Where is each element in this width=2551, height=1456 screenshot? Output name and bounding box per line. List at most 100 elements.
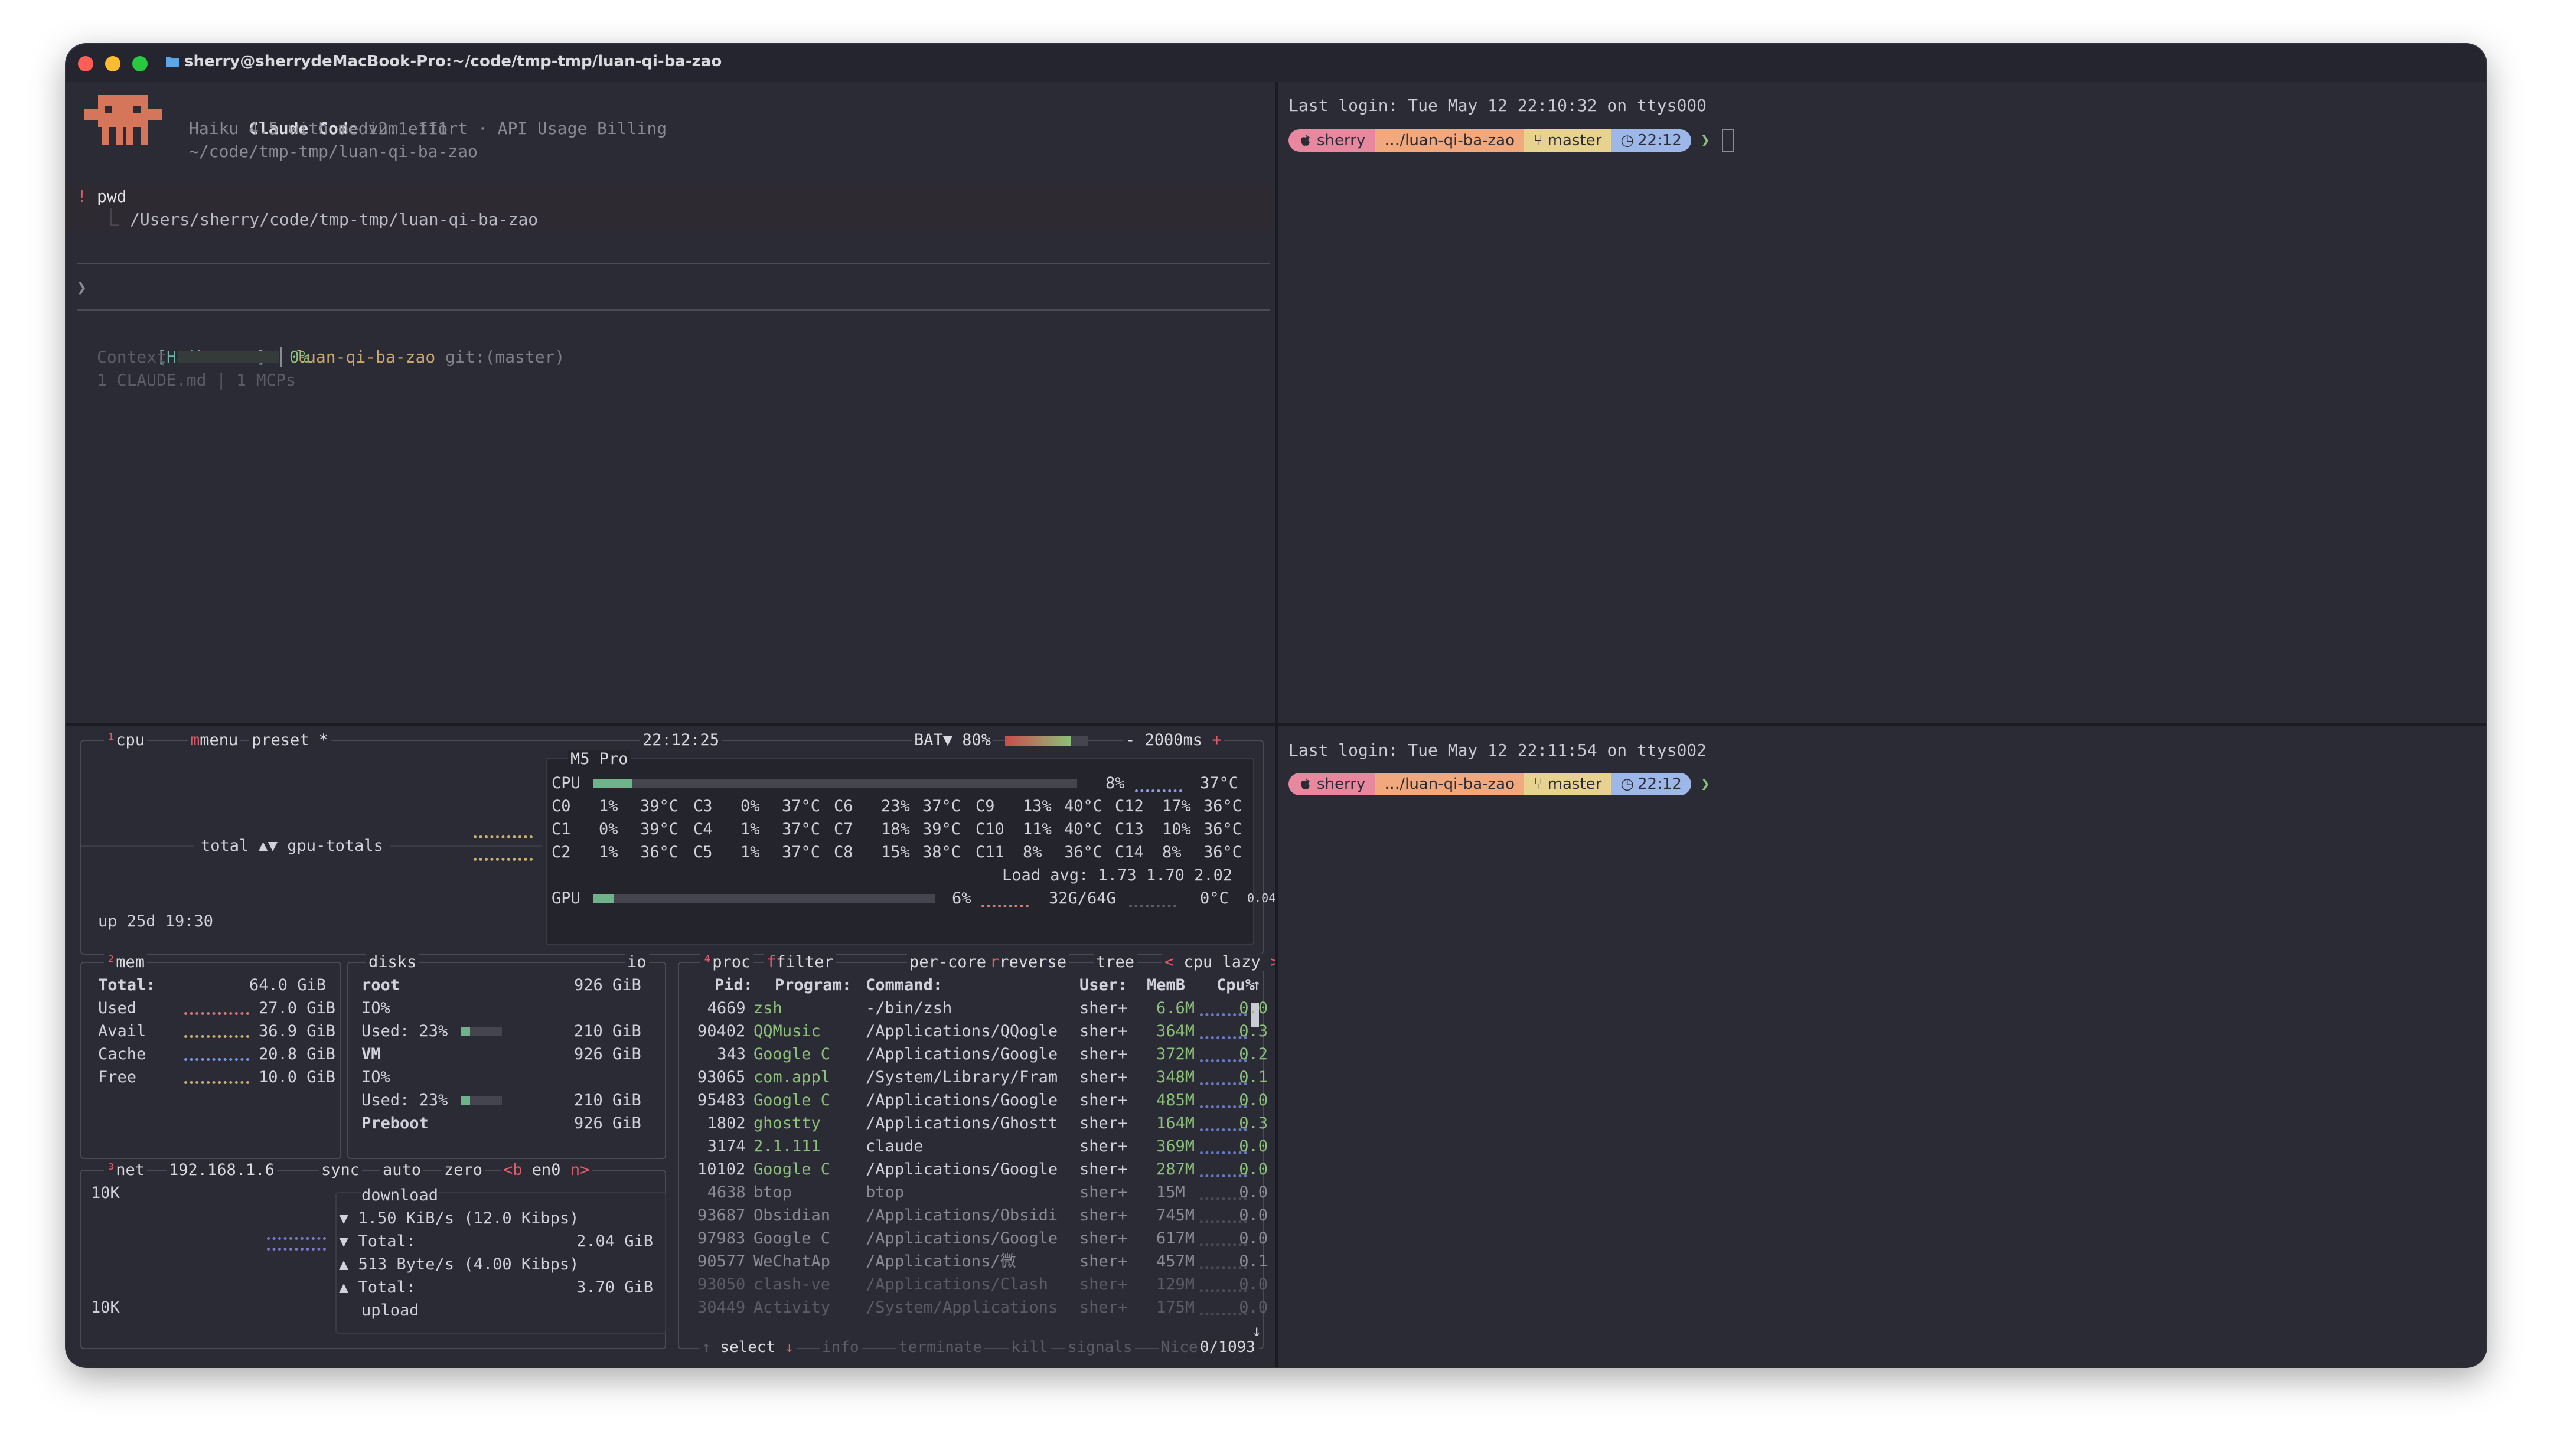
core-temp: 40°C: [1064, 820, 1103, 838]
mem-row-value: 36.9 GiB: [259, 1022, 336, 1040]
proc-sort: cpu lazy: [1183, 953, 1261, 971]
core-name: C10: [976, 820, 1004, 838]
proc-user: sher+: [1079, 1183, 1128, 1202]
title-bar[interactable]: sherry@sherrydeMacBook-Pro:~/code/tmp-tm…: [66, 44, 2486, 82]
core-temp: 39°C: [640, 820, 679, 838]
disk-root-used-size: 210 GiB: [574, 1022, 641, 1040]
context-label: Context: [97, 347, 167, 367]
net-auto[interactable]: auto: [383, 1161, 421, 1179]
net-iface-next[interactable]: n>: [570, 1161, 590, 1179]
proc-title[interactable]: proc: [712, 953, 751, 971]
net-title[interactable]: net: [116, 1161, 145, 1179]
col-user[interactable]: User:: [1079, 974, 1127, 997]
proc-footer-signals[interactable]: signals: [1065, 1339, 1135, 1356]
core-name: C12: [1115, 797, 1144, 815]
proc-pid: 3174: [707, 1137, 746, 1155]
mem-row-graph: [184, 1004, 249, 1015]
proc-program: Google C: [753, 1160, 831, 1178]
net-ul-total: 3.70 GiB: [576, 1278, 654, 1297]
proc-user: sher+: [1079, 1114, 1128, 1132]
proc-reverse[interactable]: reverse: [999, 953, 1066, 971]
proc-program: clash-ve: [753, 1275, 831, 1294]
mem-row-label: Cache: [98, 1045, 146, 1063]
zoom-button[interactable]: [132, 56, 148, 71]
core-pct: 8%: [1023, 843, 1042, 861]
proc-filter[interactable]: filter: [776, 953, 834, 971]
net-ul-total-label: ▲ Total:: [339, 1278, 416, 1297]
proc-footer-info[interactable]: info: [820, 1339, 862, 1356]
shell-pane-top[interactable]: Last login: Tue May 12 22:10:32 on ttys0…: [1278, 82, 2486, 723]
proc-sort-prev[interactable]: <: [1164, 953, 1174, 971]
core-name: C14: [1115, 843, 1144, 861]
mem-row-value: 27.0 GiB: [259, 999, 336, 1017]
proc-cpu: 0.3: [1239, 1114, 1268, 1132]
interval-minus[interactable]: -: [1126, 731, 1135, 749]
proc-cpu: 0.3: [1239, 1022, 1268, 1040]
proc-command: /Applications/Google: [866, 1160, 1058, 1178]
core-name: C8: [834, 843, 853, 861]
gpu-temp: 0°C: [1200, 889, 1229, 907]
proc-footer-kill[interactable]: kill: [1009, 1339, 1051, 1356]
proc-program: zsh: [753, 999, 782, 1017]
proc-mem: 348M: [1156, 1068, 1195, 1086]
col-cpu[interactable]: Cpu%: [1216, 974, 1255, 997]
mem-row-graph: [184, 1073, 249, 1084]
core-name: C13: [1115, 820, 1144, 838]
proc-mem: 364M: [1156, 1022, 1195, 1040]
cpu-sparkline: [1135, 781, 1182, 792]
disks-io[interactable]: io: [625, 954, 649, 971]
claude-pane[interactable]: Claude Code v2.1.111 Haiku 4.5 with medi…: [66, 82, 1276, 723]
proc-cpu: 0.0: [1239, 999, 1268, 1017]
net-iface-prev[interactable]: <b: [503, 1161, 523, 1179]
gpu-mem-sparkline: [1129, 896, 1176, 907]
uptime: up 25d 19:30: [98, 912, 214, 931]
mem-row-graph: [184, 1027, 249, 1038]
menu-tab[interactable]: menu: [200, 731, 238, 749]
disk-vm-label: VM: [361, 1045, 381, 1063]
col-mem[interactable]: MemB: [1147, 974, 1185, 997]
proc-tree[interactable]: tree: [1096, 953, 1134, 971]
proc-footer-terminate[interactable]: terminate: [896, 1339, 984, 1356]
proc-cpu: 0.0: [1239, 1091, 1268, 1109]
proc-footer-nice[interactable]: Nice: [1159, 1339, 1201, 1356]
col-pid[interactable]: Pid:: [715, 974, 753, 997]
proc-mem: 485M: [1156, 1091, 1195, 1109]
disks-title[interactable]: disks: [366, 954, 419, 971]
battery-bar-fill: [1005, 736, 1071, 746]
cpu-label: CPU: [552, 774, 580, 792]
net-zero[interactable]: zero: [444, 1161, 482, 1179]
prompt-path: …/luan-qi-ba-zao: [1384, 131, 1515, 149]
col-command[interactable]: Command:: [866, 974, 942, 997]
proc-cpu: 0.0: [1239, 1298, 1268, 1317]
mem-title[interactable]: mem: [116, 953, 145, 971]
proc-sort-next[interactable]: >: [1270, 953, 1276, 971]
net-dl-total-label: ▼ Total:: [339, 1232, 416, 1251]
minimize-button[interactable]: [105, 56, 120, 71]
interval-plus[interactable]: +: [1212, 731, 1221, 749]
totals-label[interactable]: total ▲▼ gpu-totals: [194, 834, 390, 857]
core-name: C5: [693, 843, 713, 861]
preset-tab[interactable]: preset *: [252, 731, 328, 749]
proc-per-core[interactable]: per-core: [909, 953, 986, 971]
proc-mem: 15M: [1156, 1183, 1185, 1202]
btop-pane[interactable]: ¹cpu mmenu preset * 22:12:25 BAT▼ 80% - …: [66, 726, 1276, 1367]
input-prompt[interactable]: ❯: [77, 276, 87, 299]
proc-mem: 369M: [1156, 1137, 1195, 1155]
col-program[interactable]: Program:: [775, 974, 852, 997]
proc-command: -/bin/zsh: [866, 999, 952, 1017]
proc-command: /Applications/Google: [866, 1091, 1058, 1109]
battery: BAT▼ 80%: [912, 732, 994, 749]
shell-pane-bottom[interactable]: Last login: Tue May 12 22:11:54 on ttys0…: [1278, 726, 2486, 1367]
close-button[interactable]: [78, 56, 93, 71]
proc-user: sher+: [1079, 1275, 1128, 1294]
proc-command: /Applications/Clash: [866, 1275, 1048, 1294]
status-git: git:(master): [445, 347, 565, 367]
disk-root-bar: [461, 1027, 502, 1036]
net-sync[interactable]: sync: [321, 1161, 360, 1179]
core-temp: 37°C: [782, 843, 821, 861]
gpu-mem: 32G/64G: [1049, 889, 1116, 907]
cpu-tab[interactable]: cpu: [116, 731, 145, 749]
clock: 22:12:25: [640, 732, 722, 749]
core-temp: 36°C: [1064, 843, 1103, 861]
proc-footer-select[interactable]: select: [720, 1339, 775, 1356]
